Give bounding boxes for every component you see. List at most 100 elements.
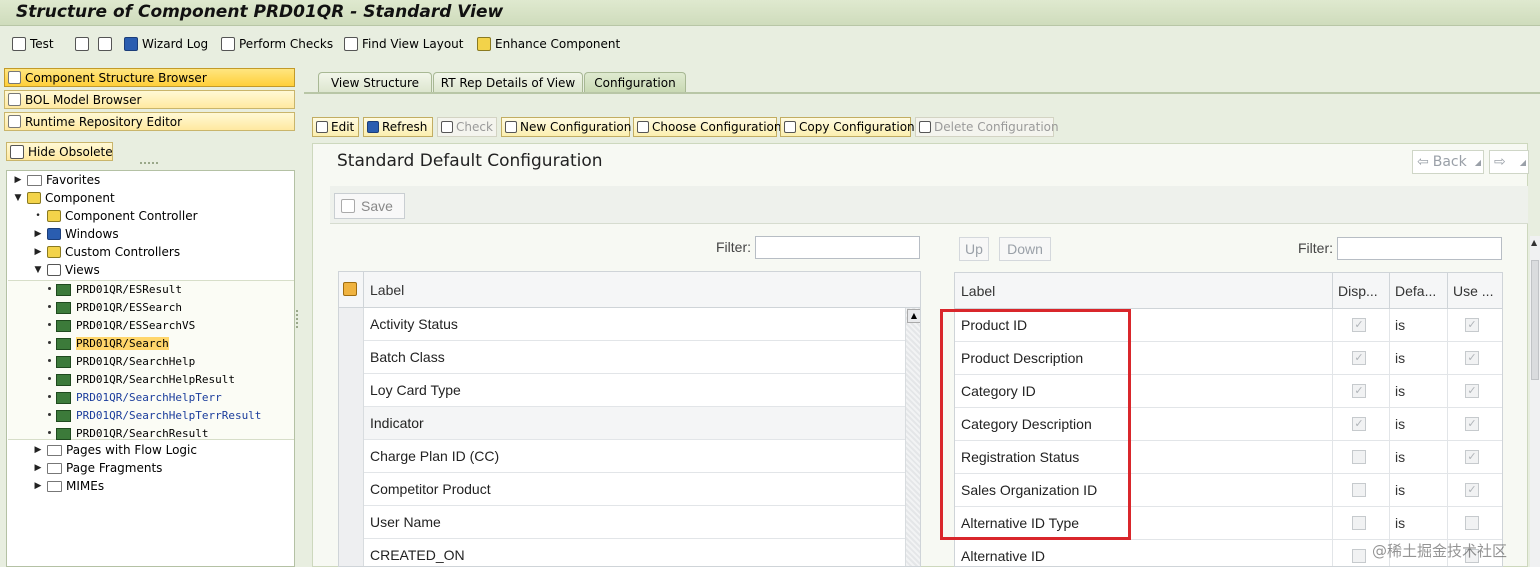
delete-configuration-button[interactable]: Delete Configuration <box>915 117 1059 137</box>
table-row[interactable]: Product ID ✓ is ✓ <box>955 309 1502 342</box>
tree-node-pages-with-flow-logic[interactable]: ▶ Pages with Flow Logic <box>33 441 197 459</box>
refresh-button[interactable]: Refresh <box>363 117 433 137</box>
use-checkbox[interactable]: ✓ <box>1465 450 1479 464</box>
view-item[interactable]: PRD01QR/ESSearch <box>48 299 182 316</box>
display-checkbox[interactable]: ✓ <box>1352 318 1366 332</box>
forward-button[interactable]: ⇨ ◢ <box>1489 150 1529 174</box>
table-scrollbar[interactable]: ▲ <box>905 308 920 566</box>
expand-arrow-icon[interactable]: ▶ <box>33 247 43 257</box>
table-row[interactable]: Loy Card Type <box>339 374 905 407</box>
use-checkbox[interactable] <box>1465 516 1479 530</box>
tree-node-views[interactable]: ▼ Views <box>33 261 100 279</box>
column-header-use[interactable]: Use ... <box>1453 283 1493 299</box>
table-row[interactable]: CREATED_ON <box>339 539 905 566</box>
resize-grip[interactable] <box>140 162 158 166</box>
copy-configuration-button[interactable]: Copy Configuration <box>780 117 915 137</box>
scroll-up-icon[interactable]: ▲ <box>1531 238 1537 247</box>
table-row[interactable]: Product Description ✓ is ✓ <box>955 342 1502 375</box>
tree-node-favorites[interactable]: ▶ Favorites <box>13 171 101 189</box>
view-item-selected[interactable]: PRD01QR/Search <box>48 335 169 352</box>
tab-configuration[interactable]: Configuration <box>584 72 686 92</box>
display-checkbox[interactable] <box>1352 549 1366 563</box>
table-row[interactable]: Sales Organization ID is ✓ <box>955 474 1502 507</box>
bol-model-browser-button[interactable]: BOL Model Browser <box>4 90 295 109</box>
row-selector[interactable] <box>339 374 364 407</box>
down-button[interactable]: Down <box>999 237 1051 261</box>
expand-arrow-icon[interactable]: ▶ <box>13 175 23 185</box>
tree-node-page-fragments[interactable]: ▶ Page Fragments <box>33 459 163 477</box>
table-row[interactable]: Indicator <box>339 407 905 440</box>
wizard-log-button[interactable]: Wizard Log <box>124 35 208 53</box>
save-button[interactable]: Save <box>334 193 405 219</box>
row-selector[interactable] <box>339 506 364 539</box>
enhance-component-button[interactable]: Enhance Component <box>477 35 620 53</box>
new-configuration-button[interactable]: New Configuration <box>501 117 631 137</box>
table-row[interactable]: Registration Status is ✓ <box>955 441 1502 474</box>
display-checkbox[interactable]: ✓ <box>1352 417 1366 431</box>
view-item[interactable]: PRD01QR/SearchHelpTerr <box>48 389 222 406</box>
table-row[interactable]: Competitor Product <box>339 473 905 506</box>
row-selector[interactable] <box>339 341 364 374</box>
use-checkbox[interactable]: ✓ <box>1465 483 1479 497</box>
runtime-repository-editor-button[interactable]: Runtime Repository Editor <box>4 112 295 131</box>
view-item[interactable]: PRD01QR/ESSearchVS <box>48 317 195 334</box>
use-checkbox[interactable]: ✓ <box>1465 384 1479 398</box>
page-scrollbar[interactable]: ▲ <box>1530 236 1540 567</box>
row-selector[interactable] <box>339 308 364 341</box>
display-checkbox[interactable] <box>1352 450 1366 464</box>
tree-node-mimes[interactable]: ▶ MIMEs <box>33 477 105 495</box>
left-filter-input[interactable] <box>755 236 920 259</box>
tab-view-structure[interactable]: View Structure <box>318 72 432 92</box>
expand-arrow-icon[interactable]: ▶ <box>33 463 43 473</box>
up-button[interactable]: Up <box>959 237 989 261</box>
tree-node-component-controller[interactable]: • Component Controller <box>33 207 197 225</box>
scroll-thumb[interactable] <box>1531 260 1539 380</box>
table-row[interactable]: Activity Status <box>339 308 905 341</box>
find-view-layout-button[interactable]: Find View Layout <box>344 35 463 53</box>
column-header-display[interactable]: Disp... <box>1338 283 1378 299</box>
display-checkbox[interactable] <box>1352 483 1366 497</box>
table-row[interactable]: Category Description ✓ is ✓ <box>955 408 1502 441</box>
display-checkbox[interactable]: ✓ <box>1352 384 1366 398</box>
choose-configuration-button[interactable]: Choose Configuration <box>633 117 782 137</box>
collapse-arrow-icon[interactable]: ▼ <box>13 193 23 203</box>
test-button[interactable]: Test <box>12 35 54 53</box>
table-row[interactable]: Category ID ✓ is ✓ <box>955 375 1502 408</box>
expand-arrow-icon[interactable]: ▶ <box>33 445 43 455</box>
table-row[interactable]: Charge Plan ID (CC) <box>339 440 905 473</box>
use-checkbox[interactable]: ✓ <box>1465 318 1479 332</box>
tab-rt-rep-details[interactable]: RT Rep Details of View <box>433 72 583 92</box>
table-row[interactable]: Alternative ID Type is <box>955 507 1502 540</box>
check-button[interactable]: Check <box>437 117 497 137</box>
expand-arrow-icon[interactable]: ▶ <box>33 229 43 239</box>
collapse-arrow-icon[interactable]: ▼ <box>33 265 43 275</box>
dropdown-icon[interactable]: ◢ <box>1475 158 1483 167</box>
scroll-up-icon[interactable]: ▲ <box>907 309 920 323</box>
row-selector[interactable] <box>339 440 364 473</box>
use-checkbox[interactable]: ✓ <box>1465 417 1479 431</box>
row-selector[interactable] <box>339 539 364 566</box>
use-checkbox[interactable]: ✓ <box>1465 351 1479 365</box>
view-item[interactable]: PRD01QR/ESResult <box>48 281 182 298</box>
back-button[interactable]: ⇦ Back ◢ <box>1412 150 1484 174</box>
tree-node-custom-controllers[interactable]: ▶ Custom Controllers <box>33 243 181 261</box>
view-item[interactable]: PRD01QR/SearchResult <box>48 425 208 442</box>
display-checkbox[interactable] <box>1352 516 1366 530</box>
table-settings-cell[interactable] <box>339 272 364 308</box>
tree-node-windows[interactable]: ▶ Windows <box>33 225 119 243</box>
view-item[interactable]: PRD01QR/SearchHelp <box>48 353 195 370</box>
display-button[interactable] <box>75 35 89 53</box>
tree-node-component[interactable]: ▼ Component <box>13 189 115 207</box>
column-header-default[interactable]: Defa... <box>1395 283 1436 299</box>
row-selector[interactable] <box>339 407 364 440</box>
expand-arrow-icon[interactable]: ▶ <box>33 481 43 491</box>
component-structure-browser-button[interactable]: Component Structure Browser <box>4 68 295 87</box>
right-filter-input[interactable] <box>1337 237 1502 260</box>
dropdown-icon[interactable]: ◢ <box>1520 158 1528 167</box>
table-row[interactable]: User Name <box>339 506 905 539</box>
table-row[interactable]: Batch Class <box>339 341 905 374</box>
navigate-button[interactable] <box>98 35 112 53</box>
view-item[interactable]: PRD01QR/SearchHelpTerrResult <box>48 407 261 424</box>
pane-splitter[interactable] <box>296 310 298 328</box>
hide-obsolete-button[interactable]: Hide Obsolete <box>6 142 113 161</box>
